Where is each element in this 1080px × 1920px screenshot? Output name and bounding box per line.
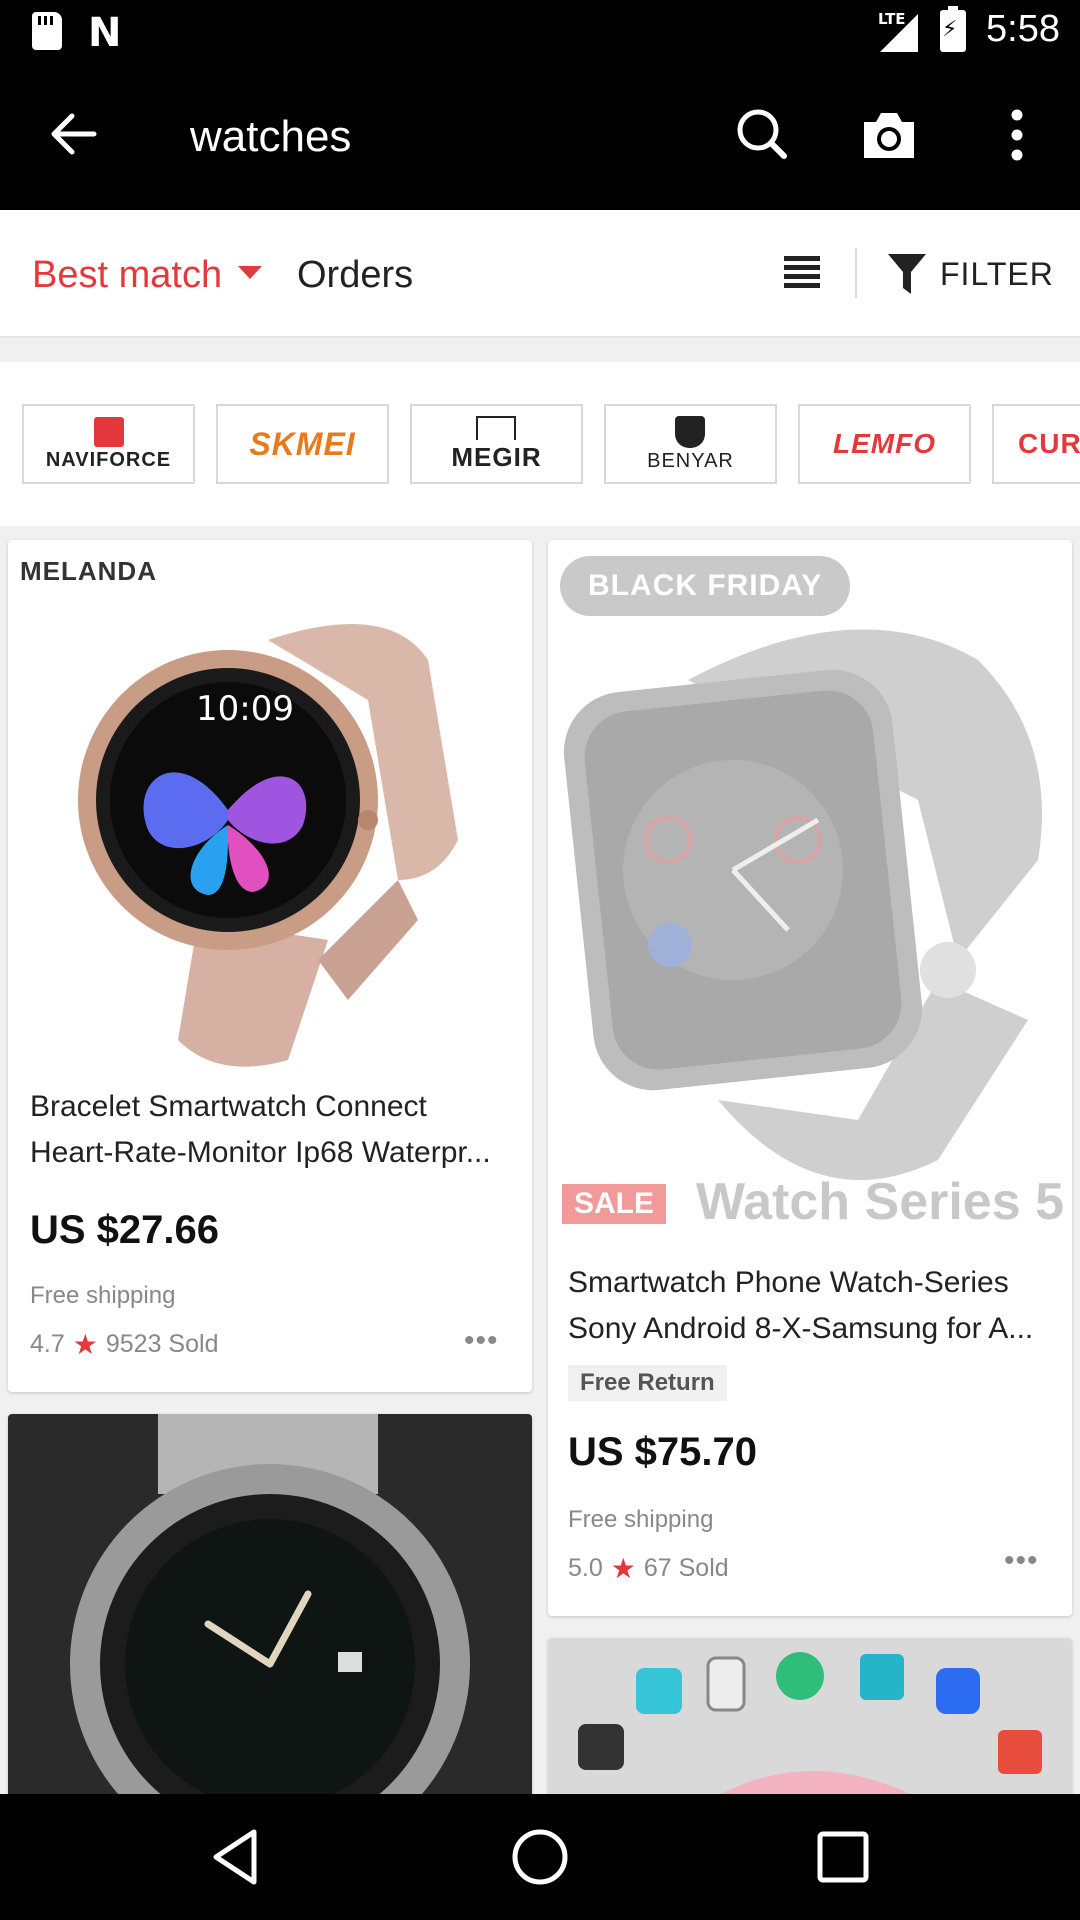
home-circle-icon[interactable]: [507, 1824, 573, 1890]
notification-n-icon: N: [88, 10, 122, 56]
clock: 5:58: [986, 8, 1060, 50]
back-arrow-icon[interactable]: [44, 104, 104, 164]
divider: [855, 248, 857, 298]
more-vert-icon[interactable]: [982, 100, 1052, 170]
sort-orders[interactable]: Orders: [297, 254, 413, 297]
system-nav-bar: [0, 1794, 1080, 1920]
product-card[interactable]: [548, 1638, 1072, 1814]
free-return-badge: Free Return: [568, 1365, 727, 1401]
rating-row: 5.0 ★ 67 Sold: [568, 1552, 729, 1585]
brand-naviforce[interactable]: NAVIFORCE: [22, 404, 195, 484]
product-card[interactable]: MELANDA 10:09 Bracelet Smartwatch Connec…: [8, 540, 532, 1392]
battery-charging-icon: [940, 6, 966, 52]
product-price: US $75.70: [568, 1430, 758, 1474]
recents-square-icon[interactable]: [810, 1824, 876, 1890]
app-bar: watches: [0, 64, 1080, 210]
sold-count: 67 Sold: [643, 1554, 729, 1582]
product-card[interactable]: BLACK FRIDAY SALE Watch Series 5 Smartwa…: [548, 540, 1072, 1616]
more-options-icon[interactable]: •••: [464, 1324, 499, 1358]
rating-value: 4.7: [30, 1330, 65, 1358]
brand-benyar[interactable]: BENYAR: [604, 404, 777, 484]
product-image: [548, 1638, 1072, 1814]
sale-tag: SALE: [562, 1184, 667, 1224]
product-image: [563, 629, 1042, 1180]
product-title-line1: Bracelet Smartwatch Connect: [30, 1090, 427, 1123]
list-view-icon[interactable]: [784, 254, 820, 290]
filter-icon[interactable]: [886, 252, 928, 296]
brand-megir[interactable]: MEGIR: [410, 404, 583, 484]
megir-crown-icon: [476, 415, 517, 440]
star-icon: ★: [610, 1553, 636, 1584]
caret-down-icon[interactable]: [238, 266, 262, 279]
more-options-icon[interactable]: •••: [1004, 1544, 1039, 1578]
svg-text:10:09: 10:09: [196, 689, 294, 729]
promo-banner-text: Watch Series 5: [696, 1173, 1065, 1231]
back-triangle-icon[interactable]: [204, 1824, 270, 1890]
sort-best-match[interactable]: Best match: [32, 254, 222, 297]
sold-count: 9523 Sold: [105, 1330, 219, 1358]
filter-button[interactable]: FILTER: [940, 256, 1054, 293]
brand-cur[interactable]: CUR: [992, 404, 1080, 484]
product-title-line1: Smartwatch Phone Watch-Series: [568, 1266, 1009, 1299]
product-image: 10:09: [78, 624, 458, 1067]
rating-row: 4.7 ★ 9523 Sold: [30, 1328, 218, 1361]
product-title-line2: Sony Android 8-X-Samsung for A...: [568, 1312, 1034, 1345]
product-title-line2: Heart-Rate-Monitor Ip68 Waterpr...: [30, 1136, 491, 1169]
rating-value: 5.0: [568, 1554, 603, 1582]
product-image: [8, 1414, 532, 1814]
signal-icon: [880, 14, 918, 52]
product-price: US $27.66: [30, 1208, 220, 1252]
brand-strip: NAVIFORCE SKMEI MEGIR BENYAR LEMFO CUR: [0, 362, 1080, 526]
camera-icon[interactable]: [854, 100, 924, 170]
brand-lemfo[interactable]: LEMFO: [798, 404, 971, 484]
star-icon: ★: [72, 1329, 98, 1360]
naviforce-logo-icon: [93, 416, 124, 447]
sd-card-icon: [32, 12, 62, 50]
search-query[interactable]: watches: [190, 112, 351, 162]
sort-bar: Best match Orders FILTER: [0, 210, 1080, 338]
benyar-shield-icon: [675, 415, 706, 448]
brand-skmei[interactable]: SKMEI: [216, 404, 389, 484]
shipping-info: Free shipping: [568, 1506, 714, 1533]
product-card[interactable]: [8, 1414, 532, 1814]
shipping-info: Free shipping: [30, 1282, 176, 1309]
status-bar: N LTE 5:58: [0, 0, 1080, 64]
search-icon[interactable]: [728, 100, 798, 170]
